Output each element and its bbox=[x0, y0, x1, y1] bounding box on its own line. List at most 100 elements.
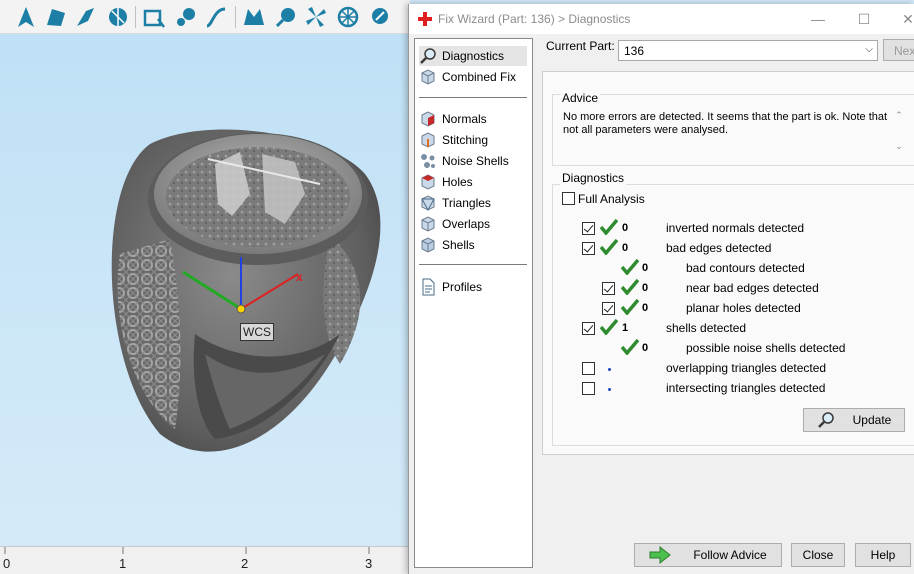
nav-item-combined-fix[interactable]: Combined Fix bbox=[419, 67, 527, 87]
bad-edges-label: bad edges detected bbox=[666, 241, 772, 255]
minimize-button[interactable]: — bbox=[807, 8, 829, 30]
intersecting-triangles-label: intersecting triangles detected bbox=[666, 381, 826, 395]
fan-select-icon[interactable] bbox=[304, 5, 328, 29]
select-surface-icon[interactable] bbox=[44, 5, 68, 29]
shells-count: 1 bbox=[622, 322, 629, 334]
noise-shells-label: possible noise shells detected bbox=[686, 341, 846, 355]
advice-title: Advice bbox=[560, 91, 601, 105]
overlapping-triangles-checkbox[interactable] bbox=[582, 362, 595, 375]
fix-nav-list: Diagnostics Combined Fix Normals Stitchi… bbox=[414, 38, 533, 568]
select-shell-icon[interactable] bbox=[106, 5, 130, 29]
maximize-button[interactable]: ☐ bbox=[853, 8, 875, 30]
green-arrow-icon bbox=[649, 546, 672, 564]
cube-icon bbox=[421, 69, 435, 85]
bad-contours-label: bad contours detected bbox=[686, 261, 805, 275]
current-part-select[interactable]: 136 ⌵ bbox=[618, 40, 878, 61]
shells-checkbox[interactable] bbox=[582, 322, 595, 335]
triangles-cube-icon bbox=[421, 195, 435, 212]
nav-item-stitching[interactable]: Stitching bbox=[419, 130, 527, 150]
overlapping-triangles-label: overlapping triangles detected bbox=[666, 361, 827, 375]
close-button[interactable]: Close bbox=[791, 543, 845, 567]
intersecting-triangles-checkbox[interactable] bbox=[582, 382, 595, 395]
planar-holes-label: planar holes detected bbox=[686, 301, 801, 315]
bad-contours-count: 0 bbox=[642, 262, 649, 274]
bottom-ruler: 0 1 2 3 bbox=[0, 546, 410, 574]
modeling-toolbar bbox=[0, 0, 410, 34]
nav-item-normals[interactable]: Normals bbox=[419, 109, 527, 129]
near-bad-edges-label: near bad edges detected bbox=[686, 281, 819, 295]
holes-cube-icon bbox=[421, 174, 435, 190]
full-analysis-checkbox[interactable] bbox=[562, 192, 575, 205]
green-check-icon bbox=[621, 259, 639, 275]
current-part-label: Current Part: bbox=[546, 39, 615, 53]
planar-holes-count: 0 bbox=[642, 302, 649, 314]
advice-text: No more errors are detected. It seems th… bbox=[563, 111, 888, 136]
noise-shells-count: 0 bbox=[642, 342, 649, 354]
document-icon bbox=[422, 278, 435, 296]
3d-viewport[interactable]: x WCS bbox=[0, 34, 410, 546]
not-analysed-dot-icon bbox=[608, 388, 611, 391]
planar-holes-checkbox[interactable] bbox=[602, 302, 615, 315]
stitching-cube-icon bbox=[421, 132, 435, 148]
scroll-up-icon[interactable]: ⌃ bbox=[891, 110, 907, 121]
bad-edges-checkbox[interactable] bbox=[582, 242, 595, 255]
magnifier-icon bbox=[817, 412, 834, 428]
close-window-button[interactable]: ✕ bbox=[897, 8, 914, 30]
not-analysed-dot-icon bbox=[608, 368, 611, 371]
diagnostics-title: Diagnostics bbox=[560, 171, 627, 185]
axis-x-label: x bbox=[296, 270, 303, 284]
inverted-normals-count: 0 bbox=[622, 222, 629, 234]
nav-item-profiles[interactable]: Profiles bbox=[419, 277, 527, 297]
overlaps-cube-icon bbox=[421, 216, 435, 232]
nav-item-diagnostics[interactable]: Diagnostics bbox=[419, 46, 527, 66]
green-check-icon bbox=[621, 339, 639, 355]
ring-model bbox=[111, 129, 381, 452]
advice-scrollbar[interactable]: ⌃ ⌄ bbox=[891, 110, 907, 160]
inverted-normals-checkbox[interactable] bbox=[582, 222, 595, 235]
chevron-down-icon: ⌵ bbox=[865, 44, 873, 55]
wcs-label: WCS bbox=[240, 323, 274, 341]
help-button[interactable]: Help bbox=[855, 543, 911, 567]
ruler-label: 1 bbox=[119, 556, 127, 571]
nav-item-overlaps[interactable]: Overlaps bbox=[419, 214, 527, 234]
box-select-icon[interactable] bbox=[142, 5, 166, 29]
nav-item-shells[interactable]: Shells bbox=[419, 235, 527, 255]
green-check-icon bbox=[621, 279, 639, 295]
brush-select-icon[interactable] bbox=[368, 5, 392, 29]
dialog-title: Fix Wizard (Part: 136) > Diagnostics bbox=[438, 12, 631, 26]
nav-item-triangles[interactable]: Triangles bbox=[419, 193, 527, 213]
inverted-normals-label: inverted normals detected bbox=[666, 221, 805, 235]
bad-edges-count: 0 bbox=[622, 242, 629, 254]
green-check-icon bbox=[621, 299, 639, 315]
nav-item-noise-shells[interactable]: Noise Shells bbox=[419, 151, 527, 171]
red-cross-app-icon bbox=[418, 12, 432, 26]
normals-cube-icon bbox=[421, 111, 435, 127]
ruler-label: 3 bbox=[365, 556, 373, 571]
next-button[interactable]: Next bbox=[883, 39, 914, 61]
near-bad-edges-count: 0 bbox=[642, 282, 649, 294]
wheel-select-icon[interactable] bbox=[336, 5, 360, 29]
shells-cube-icon bbox=[421, 237, 435, 253]
curve-select-icon[interactable] bbox=[204, 5, 228, 29]
ruler-label: 2 bbox=[241, 556, 249, 571]
green-check-icon bbox=[600, 239, 618, 255]
scroll-down-icon[interactable]: ⌄ bbox=[891, 141, 907, 152]
current-part-value: 136 bbox=[624, 44, 645, 58]
noise-shells-icon bbox=[421, 154, 435, 168]
near-bad-edges-checkbox[interactable] bbox=[602, 282, 615, 295]
paint-select-icon[interactable] bbox=[274, 5, 298, 29]
follow-advice-button[interactable]: Follow Advice bbox=[634, 543, 782, 567]
select-arrow-icon[interactable] bbox=[14, 5, 38, 29]
mesh-select-icon[interactable] bbox=[242, 5, 266, 29]
lasso-select-icon[interactable] bbox=[174, 5, 198, 29]
full-analysis-label: Full Analysis bbox=[578, 192, 645, 206]
fix-wizard-dialog: Fix Wizard (Part: 136) > Diagnostics — ☐… bbox=[408, 4, 914, 574]
nav-item-holes[interactable]: Holes bbox=[419, 172, 527, 192]
shells-label: shells detected bbox=[666, 321, 747, 335]
select-edge-icon[interactable] bbox=[74, 5, 98, 29]
update-button[interactable]: Update bbox=[803, 408, 905, 432]
green-check-icon bbox=[600, 219, 618, 235]
magnifier-icon bbox=[420, 48, 436, 64]
green-check-icon bbox=[600, 319, 618, 335]
dialog-titlebar[interactable]: Fix Wizard (Part: 136) > Diagnostics — ☐… bbox=[409, 4, 914, 34]
